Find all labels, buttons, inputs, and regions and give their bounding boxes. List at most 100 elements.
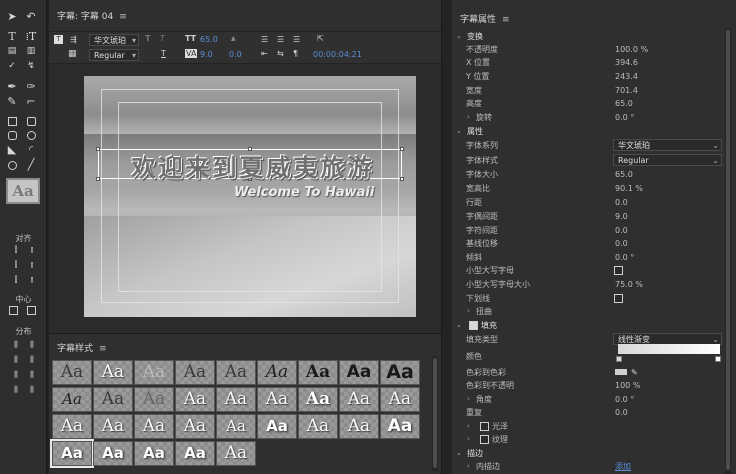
english-title-text[interactable]: Welcome To Hawaii: [234, 185, 414, 200]
align-bottom-icon[interactable]: ⫾: [25, 273, 39, 286]
delete-anchor-tool-icon[interactable]: ✑: [24, 80, 38, 93]
align-top-icon[interactable]: ⫾: [25, 243, 39, 256]
properties-scrollbar[interactable]: [725, 28, 731, 474]
style-swatch[interactable]: Aa: [380, 414, 420, 439]
styles-scrollbar-thumb[interactable]: [433, 358, 437, 468]
distort-row[interactable]: › 扭曲: [452, 305, 724, 318]
chevron-right-icon[interactable]: ›: [467, 420, 470, 433]
font-size-value[interactable]: 65.0: [200, 35, 218, 44]
style-swatch-selected[interactable]: Aa: [50, 439, 94, 468]
transform-section[interactable]: ⌄ 变换: [452, 30, 724, 43]
distribute-left-icon[interactable]: ⫼: [9, 338, 23, 351]
color-opacity-value[interactable]: 100 %: [615, 379, 640, 392]
rounded-rectangle-tool-icon[interactable]: [27, 131, 36, 140]
chinese-title-text[interactable]: 欢迎来到夏威夷旅游: [98, 148, 408, 183]
style-swatch[interactable]: Aa: [380, 360, 420, 385]
chevron-right-icon[interactable]: ›: [467, 433, 470, 446]
width-value[interactable]: 701.4: [615, 84, 638, 97]
style-swatch[interactable]: Aa: [134, 387, 174, 412]
chevron-right-icon[interactable]: ›: [467, 460, 470, 473]
style-swatch[interactable]: Aa: [52, 360, 92, 385]
kerning-value[interactable]: 9.0: [200, 50, 213, 59]
ellipse-tool-icon[interactable]: [8, 161, 17, 170]
style-swatch[interactable]: Aa: [298, 414, 338, 439]
convert-anchor-tool-icon[interactable]: ⌐: [24, 95, 38, 108]
texture-checkbox[interactable]: [480, 435, 489, 444]
distribute-right-icon[interactable]: ⫼: [9, 368, 23, 381]
style-swatch[interactable]: Aa: [216, 387, 256, 412]
styles-menu-icon[interactable]: ≡: [99, 344, 107, 354]
style-swatch[interactable]: Aa: [257, 360, 297, 385]
chevron-down-icon[interactable]: ⌄: [456, 125, 462, 138]
underline-checkbox[interactable]: [614, 294, 623, 303]
align-hcenter-icon[interactable]: ⫿: [9, 258, 23, 271]
smallcaps-checkbox[interactable]: [614, 266, 623, 275]
chevron-down-icon[interactable]: ⌄: [456, 447, 462, 460]
font-style-select[interactable]: Regular ▾: [89, 49, 139, 61]
tab-stops-icon[interactable]: ⇤: [261, 49, 268, 58]
vertical-type-tool-icon[interactable]: ⁞T: [24, 30, 38, 43]
angle-value[interactable]: 0.0 °: [615, 393, 634, 406]
style-swatch[interactable]: Aa: [339, 387, 379, 412]
style-swatch[interactable]: Aa: [175, 441, 215, 466]
align-right-text-icon[interactable]: ☰: [293, 35, 300, 44]
rotation-value[interactable]: 0.0 °: [615, 111, 634, 124]
add-anchor-tool-icon[interactable]: ✎: [5, 95, 19, 108]
height-value[interactable]: 65.0: [615, 97, 633, 110]
style-swatch[interactable]: Aa: [93, 387, 133, 412]
bold-icon[interactable]: T: [145, 34, 150, 43]
show-video-icon[interactable]: ⇆: [277, 49, 284, 58]
clipped-corner-rectangle-tool-icon[interactable]: [27, 117, 36, 126]
kerning-prop-value[interactable]: 9.0: [615, 210, 628, 223]
distribute-bottom-icon[interactable]: ⫼: [25, 368, 39, 381]
style-swatch[interactable]: Aa: [380, 387, 420, 412]
chevron-right-icon[interactable]: ›: [467, 111, 470, 124]
opacity-value[interactable]: 100.0 %: [615, 43, 648, 56]
tab-icon[interactable]: ¶: [293, 49, 298, 58]
repeat-value[interactable]: 0.0: [615, 406, 628, 419]
x-position-value[interactable]: 394.6: [615, 56, 638, 69]
style-swatch[interactable]: Aa: [93, 360, 133, 385]
stroke-section[interactable]: ⌄ 描边: [452, 447, 724, 460]
italic-icon[interactable]: T: [160, 34, 165, 43]
align-vcenter-icon[interactable]: ⫾: [25, 258, 39, 271]
font-size-prop-value[interactable]: 65.0: [615, 168, 633, 181]
rotation-tool-icon[interactable]: ↶: [24, 10, 38, 23]
templates-icon[interactable]: ⇶: [70, 35, 77, 44]
style-swatch[interactable]: Aa: [175, 387, 215, 412]
slant-value[interactable]: 0.0 °: [615, 251, 634, 264]
background-sync-icon[interactable]: ⇱: [317, 34, 324, 43]
timecode[interactable]: 00:00:04:21: [313, 50, 362, 59]
vertical-path-type-tool-icon[interactable]: ↯: [24, 60, 38, 73]
type-tool-icon[interactable]: T: [5, 30, 19, 43]
center-horizontal-icon[interactable]: [9, 306, 18, 315]
style-swatch[interactable]: Aa: [257, 387, 297, 412]
font-family-select[interactable]: 华文琥珀 ▾: [89, 34, 139, 46]
arc-tool-icon[interactable]: ◜: [24, 143, 38, 156]
aspect-value[interactable]: 90.1 %: [615, 182, 643, 195]
gradient-stop-left[interactable]: [616, 356, 622, 362]
sheen-row[interactable]: › 光泽: [452, 420, 724, 433]
vertical-area-type-tool-icon[interactable]: ▥: [24, 45, 38, 58]
leading-prop-value[interactable]: 0.0: [615, 196, 628, 209]
area-type-tool-icon[interactable]: ▤: [5, 45, 19, 58]
distribute-top-icon[interactable]: ⫼: [25, 338, 39, 351]
style-swatch[interactable]: Aa: [216, 360, 256, 385]
underline-icon[interactable]: T: [161, 49, 166, 58]
add-inner-stroke-link[interactable]: 添加: [615, 460, 631, 473]
style-swatch[interactable]: Aa: [216, 414, 256, 439]
baseline-value[interactable]: 0.0: [615, 237, 628, 250]
chevron-right-icon[interactable]: ›: [467, 305, 470, 318]
distribute-vcenter-icon[interactable]: ⫼: [25, 353, 39, 366]
properties-scrollbar-thumb[interactable]: [726, 30, 730, 470]
leading-value[interactable]: 0.0: [229, 50, 242, 59]
editor-menu-icon[interactable]: ≡: [119, 12, 127, 22]
smallcaps-size-value[interactable]: 75.0 %: [615, 278, 643, 291]
distribute-hspace-icon[interactable]: ⫼: [9, 383, 23, 396]
style-swatch[interactable]: Aa: [298, 360, 338, 385]
gradient-ramp[interactable]: [618, 344, 720, 354]
fill-checkbox[interactable]: [469, 321, 478, 330]
style-swatch[interactable]: Aa: [134, 414, 174, 439]
eyedropper-icon[interactable]: ✎: [631, 366, 638, 379]
fill-section[interactable]: ⌄ 填充: [452, 319, 724, 332]
